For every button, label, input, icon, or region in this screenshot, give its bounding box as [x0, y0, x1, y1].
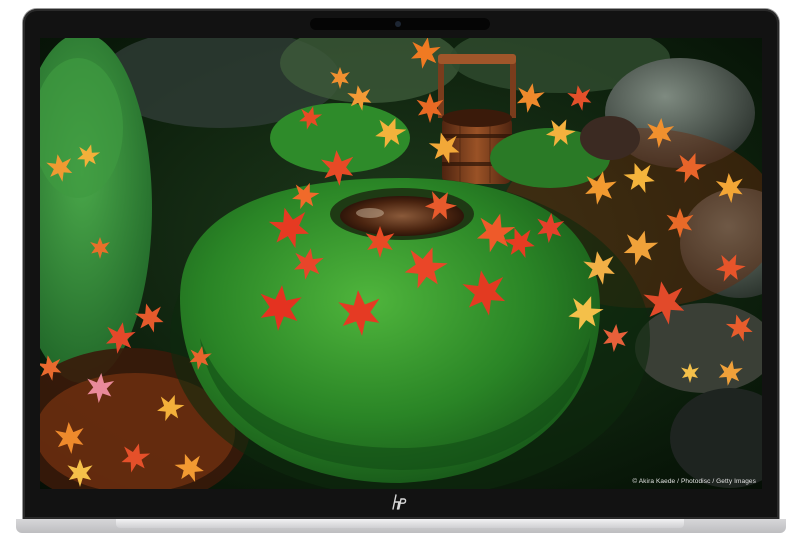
laptop-hinge	[116, 519, 684, 528]
laptop-screen: © Akira Kaede / Photodisc / Getty Images	[40, 38, 762, 489]
laptop-photo: © Akira Kaede / Photodisc / Getty Images	[0, 0, 800, 533]
webcam-icon	[395, 21, 401, 27]
webcam-bar	[310, 18, 490, 30]
photo-credit: © Akira Kaede / Photodisc / Getty Images	[632, 478, 756, 485]
moss-basin-shape	[170, 178, 650, 489]
hp-logo-icon	[392, 494, 407, 510]
wallpaper-image	[40, 38, 762, 489]
